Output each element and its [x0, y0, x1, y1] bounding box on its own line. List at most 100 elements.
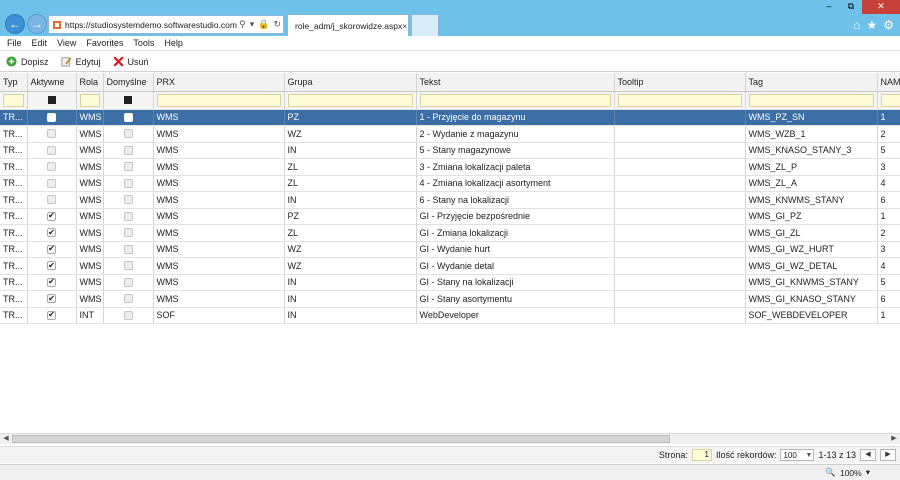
forward-button[interactable]: → [27, 14, 47, 34]
table-row[interactable]: TR... WMS WMS WZ 2 - Wydanie z magazynu WMS_W… [0, 125, 900, 143]
table-row[interactable]: TR... WMS WMS IN 5 - Stany magazynowe WMS_KNA… [0, 142, 900, 159]
column-header-typ[interactable]: Typ [0, 73, 28, 92]
filter-checkbox-aktywne[interactable] [47, 96, 56, 104]
table-row[interactable]: TR... WMS WMS IN 6 - Stany na lokalizacji WMS… [0, 191, 900, 209]
minimize-button[interactable]: – [818, 0, 840, 14]
search-icon[interactable]: ⚲ [237, 19, 248, 30]
zoom-icon[interactable]: 🔍 [825, 467, 836, 478]
checkbox-unchecked[interactable] [123, 112, 133, 122]
zoom-level[interactable]: 100% [840, 468, 862, 478]
checkbox-unchecked[interactable] [47, 129, 56, 139]
column-header-aktywne[interactable]: Aktywne [27, 73, 77, 92]
filter-cell-aktywne [27, 91, 77, 110]
cell-rola: WMS [76, 191, 104, 209]
filter-input-rola[interactable] [79, 93, 100, 107]
checkbox-unchecked[interactable] [123, 244, 133, 254]
filter-checkbox-domyslne[interactable] [124, 96, 132, 104]
dropdown-icon[interactable]: ▾ [248, 19, 257, 30]
checkbox-unchecked[interactable] [123, 178, 133, 188]
home-icon[interactable]: ⌂ [853, 18, 860, 32]
column-header-domyslne[interactable]: Domyślne [103, 73, 154, 92]
checkbox-unchecked[interactable] [123, 228, 133, 238]
menu-favorites[interactable]: Favorites [81, 36, 128, 50]
horizontal-scrollbar[interactable]: ◀ ▶ [0, 433, 900, 444]
checkbox-unchecked[interactable] [47, 112, 56, 122]
menu-tools[interactable]: Tools [128, 36, 159, 50]
chevron-down-icon: ▼ [805, 451, 813, 459]
checkbox-unchecked[interactable] [123, 310, 133, 320]
table-row[interactable]: TR... ✔ WMS WMS IN GI - Stany asortymentu WMS_… [0, 290, 900, 308]
new-tab-button[interactable] [411, 14, 439, 36]
settings-gear-icon[interactable]: ⚙ [883, 18, 894, 32]
browser-tab[interactable]: role_adm/j_skorowidze.aspx × [287, 14, 409, 36]
cell-name: 3 [877, 241, 900, 258]
menu-edit[interactable]: Edit [27, 36, 53, 50]
checkbox-unchecked[interactable] [47, 162, 56, 172]
scroll-left-icon[interactable]: ◀ [1, 434, 11, 444]
filter-input-name[interactable] [880, 93, 900, 107]
filter-input-grupa[interactable] [287, 93, 413, 107]
prev-page-button[interactable]: ◀ [860, 449, 876, 461]
add-button[interactable]: Dopisz [6, 56, 49, 67]
filter-input-tekst[interactable] [419, 93, 611, 107]
checkbox-unchecked[interactable] [123, 162, 133, 172]
cell-typ: TR... [0, 241, 28, 258]
favorites-star-icon[interactable]: ★ [866, 18, 877, 32]
column-header-tekst[interactable]: Tekst [416, 73, 615, 92]
filter-input-tooltip[interactable] [617, 93, 742, 107]
checkbox-checked[interactable]: ✔ [47, 244, 56, 254]
checkbox-checked[interactable]: ✔ [47, 277, 56, 287]
menu-file[interactable]: File [2, 36, 27, 50]
column-header-tag[interactable]: Tag [745, 73, 878, 92]
menu-view[interactable]: View [52, 36, 81, 50]
checkbox-unchecked[interactable] [123, 261, 133, 271]
table-row[interactable]: TR... ✔ WMS WMS IN GI - Stany na lokalizacji W… [0, 274, 900, 291]
menu-help[interactable]: Help [159, 36, 188, 50]
column-header-tooltip[interactable]: Tooltip [614, 73, 746, 92]
table-row[interactable]: TR... WMS WMS ZL 4 - Zmiana lokalizacji asor… [0, 175, 900, 192]
checkbox-unchecked[interactable] [123, 145, 133, 155]
checkbox-unchecked[interactable] [123, 211, 133, 221]
scroll-right-icon[interactable]: ▶ [889, 434, 899, 444]
table-row[interactable]: TR... ✔ INT SOF IN WebDeveloper SOF_WEBDEVELOP… [0, 307, 900, 324]
column-header-grupa[interactable]: Grupa [284, 73, 417, 92]
zoom-dropdown-icon[interactable]: ▾ [866, 467, 870, 478]
back-button[interactable]: ← [5, 14, 25, 34]
tab-close-icon[interactable]: × [402, 21, 407, 31]
filter-input-prx[interactable] [156, 93, 281, 107]
checkbox-checked[interactable]: ✔ [47, 310, 56, 320]
refresh-icon[interactable]: ↻ [271, 19, 283, 30]
column-header-name[interactable]: NAME [877, 73, 900, 92]
column-header-prx[interactable]: PRX [153, 73, 285, 92]
checkbox-unchecked[interactable] [123, 294, 133, 304]
records-per-page-select[interactable]: 100 ▼ [780, 449, 815, 461]
table-row[interactable]: TR... WMS WMS ZL 3 - Zmiana lokalizacji pale… [0, 158, 900, 176]
table-row[interactable]: TR... WMS WMS PZ 1 - Przyjęcie do magazynu WM… [0, 109, 900, 126]
checkbox-unchecked[interactable] [123, 277, 133, 287]
table-row[interactable]: TR... ✔ WMS WMS WZ GI - Wydanie detal WMS_GI_W… [0, 257, 900, 275]
edit-button[interactable]: Edytuj [61, 56, 101, 67]
column-header-rola[interactable]: Rola [76, 73, 104, 92]
close-window-button[interactable]: ✕ [862, 0, 900, 14]
checkbox-unchecked[interactable] [123, 129, 133, 139]
filter-input-typ[interactable] [3, 93, 24, 107]
checkbox-unchecked[interactable] [47, 178, 56, 188]
scrollbar-thumb[interactable] [12, 435, 670, 443]
delete-button[interactable]: Usuń [113, 56, 149, 67]
filter-input-tag[interactable] [748, 93, 874, 107]
lock-icon[interactable]: 🔒 [256, 19, 271, 30]
page-input[interactable]: 1 [691, 449, 712, 461]
checkbox-unchecked[interactable] [47, 145, 56, 155]
address-bar[interactable]: https://studiosystemdemo.softwarestudio.… [48, 15, 284, 34]
table-row[interactable]: TR... ✔ WMS WMS ZL GI - Zmiana lokalizacji WMS… [0, 224, 900, 242]
next-page-button[interactable]: ▶ [880, 449, 896, 461]
maximize-button[interactable]: ⧉ [840, 0, 862, 14]
checkbox-checked[interactable]: ✔ [47, 294, 56, 304]
checkbox-checked[interactable]: ✔ [47, 228, 56, 238]
checkbox-unchecked[interactable] [123, 195, 133, 205]
checkbox-checked[interactable]: ✔ [47, 261, 56, 271]
checkbox-checked[interactable]: ✔ [47, 211, 56, 221]
checkbox-unchecked[interactable] [47, 195, 56, 205]
table-row[interactable]: TR... ✔ WMS WMS WZ GI - Wydanie hurt WMS_GI_WZ… [0, 241, 900, 258]
table-row[interactable]: TR... ✔ WMS WMS PZ GI - Przyjęcie bezpośredni… [0, 208, 900, 225]
